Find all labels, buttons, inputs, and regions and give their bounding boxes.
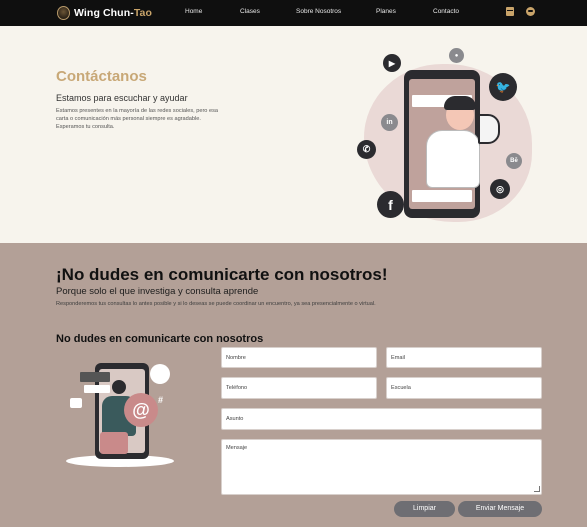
instagram-icon: ◎ <box>490 179 510 199</box>
at-sign-icon: @ <box>124 393 158 427</box>
hero-title: Contáctanos <box>56 68 147 85</box>
whatsapp-icon: ✆ <box>357 140 376 159</box>
calendar-icon[interactable] <box>506 7 514 16</box>
man-body <box>426 130 480 188</box>
chat-bubble <box>80 372 110 382</box>
email-input[interactable] <box>386 347 542 368</box>
brand-name: Wing Chun-Tao <box>74 7 153 19</box>
nav-link-home[interactable]: Home <box>185 8 202 15</box>
youtube-icon: ▶ <box>383 54 401 72</box>
hero-subtitle: Estamos para escuchar y ayudar <box>56 93 188 103</box>
behance-icon: Bē <box>506 153 522 169</box>
send-message-button[interactable]: Enviar Mensaje <box>458 501 542 517</box>
facebook-icon: f <box>377 191 404 218</box>
brand-logo[interactable]: Wing Chun-Tao <box>57 4 152 22</box>
woman-legs <box>100 432 128 454</box>
linkedin-icon: in <box>381 114 398 131</box>
name-input[interactable] <box>221 347 377 368</box>
woman-head <box>112 380 126 394</box>
twitter-icon: 🐦 <box>489 73 517 101</box>
user-icon[interactable] <box>526 7 535 16</box>
nav-link-contacto[interactable]: Contacto <box>433 8 459 15</box>
nav-link-sobre-nosotros[interactable]: Sobre Nosotros <box>296 8 341 15</box>
clear-button[interactable]: Limpiar <box>394 501 455 517</box>
man-hair <box>444 96 476 110</box>
phone-input[interactable] <box>221 377 377 399</box>
notification-bubble <box>150 364 170 384</box>
contact-description: Responderemos tus consultas lo antes pos… <box>56 301 376 307</box>
like-icon <box>70 398 82 408</box>
logo-emblem-icon <box>57 6 70 20</box>
screen-bar <box>412 190 472 202</box>
user-icon: ● <box>449 48 464 63</box>
navbar: Wing Chun-Tao Home Clases Sobre Nosotros… <box>0 0 587 26</box>
form-heading: No dudes en comunicarte con nosotros <box>56 333 264 345</box>
nav-link-planes[interactable]: Planes <box>376 8 396 15</box>
contact-subtitle: Porque solo el que investiga y consulta … <box>56 286 259 297</box>
hashtag-icon: # <box>158 395 164 405</box>
nav-link-clases[interactable]: Clases <box>240 8 260 15</box>
message-textarea[interactable] <box>221 439 542 495</box>
contact-title: ¡No dudes en comunicarte con nosotros! <box>56 265 388 284</box>
resize-handle-icon[interactable] <box>534 486 540 492</box>
subject-input[interactable] <box>221 408 542 430</box>
megaphone-icon <box>478 114 500 144</box>
hero-description: Estamos presentes en la mayoría de las r… <box>56 108 218 131</box>
chat-bubble <box>84 385 110 393</box>
school-input[interactable] <box>386 377 542 399</box>
